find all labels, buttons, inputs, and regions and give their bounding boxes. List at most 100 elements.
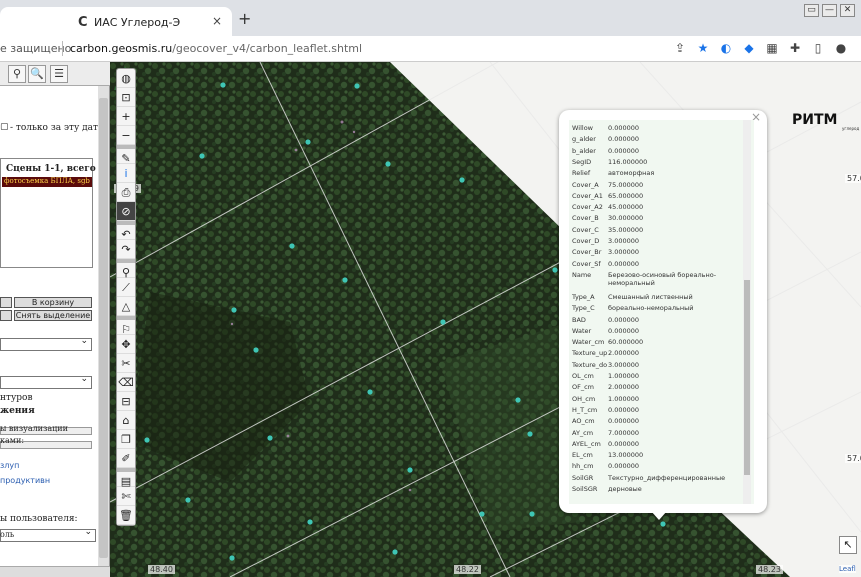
restore-window-button[interactable]: ▭ [804,4,819,17]
url-field[interactable]: carbon.geosmis.ru/geocover_v4/carbon_lea… [70,42,362,55]
left-button[interactable] [0,297,12,308]
minimize-window-button[interactable]: — [822,4,837,17]
tab-close-icon[interactable]: × [212,14,222,28]
popup-row-key: EL_cm [572,451,593,460]
profile-icon[interactable]: ● [833,40,849,56]
info-icon[interactable]: i [117,164,135,183]
popup-row-value: 0.000000 [608,259,640,268]
undo-icon[interactable]: ↶ [117,221,135,241]
popup-row-value: 30.000000 [608,214,644,223]
popup-scroll-thumb[interactable] [744,280,750,475]
zoom-search-icon[interactable]: 🔍 [28,65,46,83]
popup-scrollbar[interactable] [743,120,751,504]
popup-row-value: 0.000000 [608,146,640,155]
fit-frame-icon[interactable]: ⊡ [117,88,135,107]
settings-sliders-icon[interactable]: ☰ [50,65,68,83]
clear-selection-button[interactable]: Снять выделение [14,310,92,321]
map-toolbar: ◍ ⊡ + − ✎ i ⎙ ⊘ ↶ ↷ ⚲ ⟋ △ ⚐ ✥ ✂ ⌫ ⊟ ⌂ ❐ … [116,68,136,526]
new-tab-button[interactable]: + [238,11,251,27]
redo-icon[interactable]: ↷ [117,240,135,259]
star-icon[interactable]: ★ [695,40,711,56]
popup-row-value: 7.000000 [608,428,640,437]
copy-icon[interactable]: ❐ [117,430,135,449]
popup-row-key: Name [572,270,592,279]
share-icon[interactable]: ⇪ [672,40,688,56]
layers-icon[interactable]: ⊘ [117,202,135,221]
zoom-out-button[interactable]: − [117,126,135,145]
tree-icon[interactable]: ⚲ [8,65,26,83]
popup-row-value: 1.000000 [608,394,640,403]
scissors-icon[interactable]: ✄ [117,487,135,506]
layer-select[interactable] [0,336,92,351]
popup-row: Type_C бореально-неморальный [572,304,748,312]
link-1[interactable]: злуп [0,461,19,470]
globe-icon[interactable]: ◍ [117,69,135,88]
left-panel: ⚲ 🔍 ☰ ▢ - только за эту дату Сцены 1-1, … [0,62,110,577]
display-label: жения [0,406,35,416]
ruler-icon[interactable]: ✎ [117,145,135,165]
popup-row-key: Willow [572,124,593,132]
left-panel-hscrollbar[interactable] [0,566,110,577]
marker-icon[interactable]: ⚲ [117,259,135,279]
edit-icon[interactable]: ✐ [117,449,135,468]
link-2[interactable]: продуктивн [0,476,50,485]
popup-row-key: Cover_B [572,214,599,223]
left-panel-scrollbar[interactable] [98,86,109,566]
product-select[interactable] [0,374,92,389]
popup-row-key: Type_C [572,304,595,313]
visualization-label: ы визуализации [0,424,68,433]
cut-icon[interactable]: ✂ [117,354,135,373]
active-tab[interactable]: C ИАС Углерод-Э × [0,7,232,36]
popup-row: Cover_A 75.000000 [572,181,748,189]
popup-row-value: 0.000000 [608,462,640,471]
left-panel-scroll-thumb[interactable] [99,98,108,558]
map-view[interactable]: CS РИТМ углерод 56.59 57.0 57.0 48.40 48… [110,62,861,577]
eraser-icon[interactable]: ⌫ [117,373,135,392]
extension2-icon[interactable]: ▦ [764,40,780,56]
sidebar-icon[interactable]: ▯ [810,40,826,56]
popup-row: SegID 116.000000 [572,158,748,166]
vehicle-icon[interactable]: ⊟ [117,392,135,411]
popup-row-value: Смешанный лиственный [608,292,693,301]
line-icon[interactable]: ⟋ [117,278,135,297]
popup-row: g_alder 0.000000 [572,135,748,143]
popup-row-key: Cover_Sf [572,259,601,268]
security-status[interactable]: е защищено [0,42,71,55]
user-layer-select[interactable] [0,527,96,542]
tag-icon[interactable]: ⌂ [117,411,135,430]
popup-row-value: 3.000000 [608,360,640,369]
popup-row-key: Texture_up [572,349,608,358]
popup-row: Cover_A2 45.000000 [572,203,748,211]
popup-row-key: Water [572,326,592,335]
to-basket-button[interactable]: В корзину [14,297,92,308]
edge-icon[interactable]: ◐ [718,40,734,56]
popup-row-key: H_T_cm [572,405,598,414]
popup-row: hh_cm 0.000000 [572,462,748,470]
popup-row: Water 0.000000 [572,327,748,335]
popup-row: OL_cm 1.000000 [572,372,748,380]
popup-row-value: 3.000000 [608,237,640,245]
user-layer-select-value: оль [0,530,15,539]
tab-title: ИАС Углерод-Э [94,16,181,29]
popup-tip [651,511,667,520]
list-icon[interactable]: ▤ [117,468,135,488]
popup-row: Cover_B 30.000000 [572,214,748,222]
extension-icon[interactable]: ◆ [741,40,757,56]
leaflet-attribution-link[interactable]: Leafl [839,565,856,573]
popup-row-key: AYEL_cm [572,439,601,448]
fullscreen-button[interactable]: ↖ [839,536,857,554]
puzzle-icon[interactable]: ✚ [787,40,803,56]
pin-icon[interactable]: ⚐ [117,316,135,336]
move-icon[interactable]: ✥ [117,335,135,354]
trash-icon[interactable]: 🗑 [117,506,135,525]
print-icon[interactable]: ⎙ [117,183,135,202]
date-checkbox[interactable]: ▢ [0,122,9,132]
popup-row-key: OL_cm [572,372,594,380]
popup-row-key: Cover_C [572,225,599,234]
popup-row: AO_cm 0.000000 [572,417,748,425]
left-button-2[interactable] [0,310,12,321]
close-window-button[interactable]: ✕ [840,4,855,17]
polygon-icon[interactable]: △ [117,297,135,316]
zoom-in-button[interactable]: + [117,107,135,126]
popup-row-value: 0.000000 [608,135,640,144]
